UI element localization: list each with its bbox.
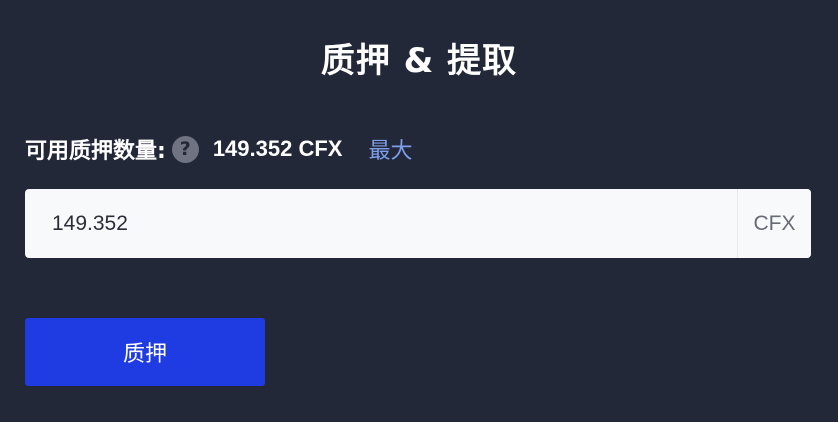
amount-input[interactable]	[25, 189, 737, 258]
available-balance-value: 149.352 CFX	[212, 136, 343, 161]
max-button[interactable]: 最大	[368, 133, 412, 165]
unit-label: CFX	[737, 189, 811, 258]
panel-title: 质押 & 提取	[320, 41, 518, 81]
available-balance-label: 可用质押数量:	[25, 139, 166, 164]
question-circle-icon[interactable]: ?	[171, 135, 199, 163]
available-balance-row: 可用质押数量: ? 149.352 CFX 最大	[25, 130, 412, 168]
stake-button[interactable]: 质押	[25, 318, 265, 386]
amount-field: CFX	[25, 189, 811, 258]
